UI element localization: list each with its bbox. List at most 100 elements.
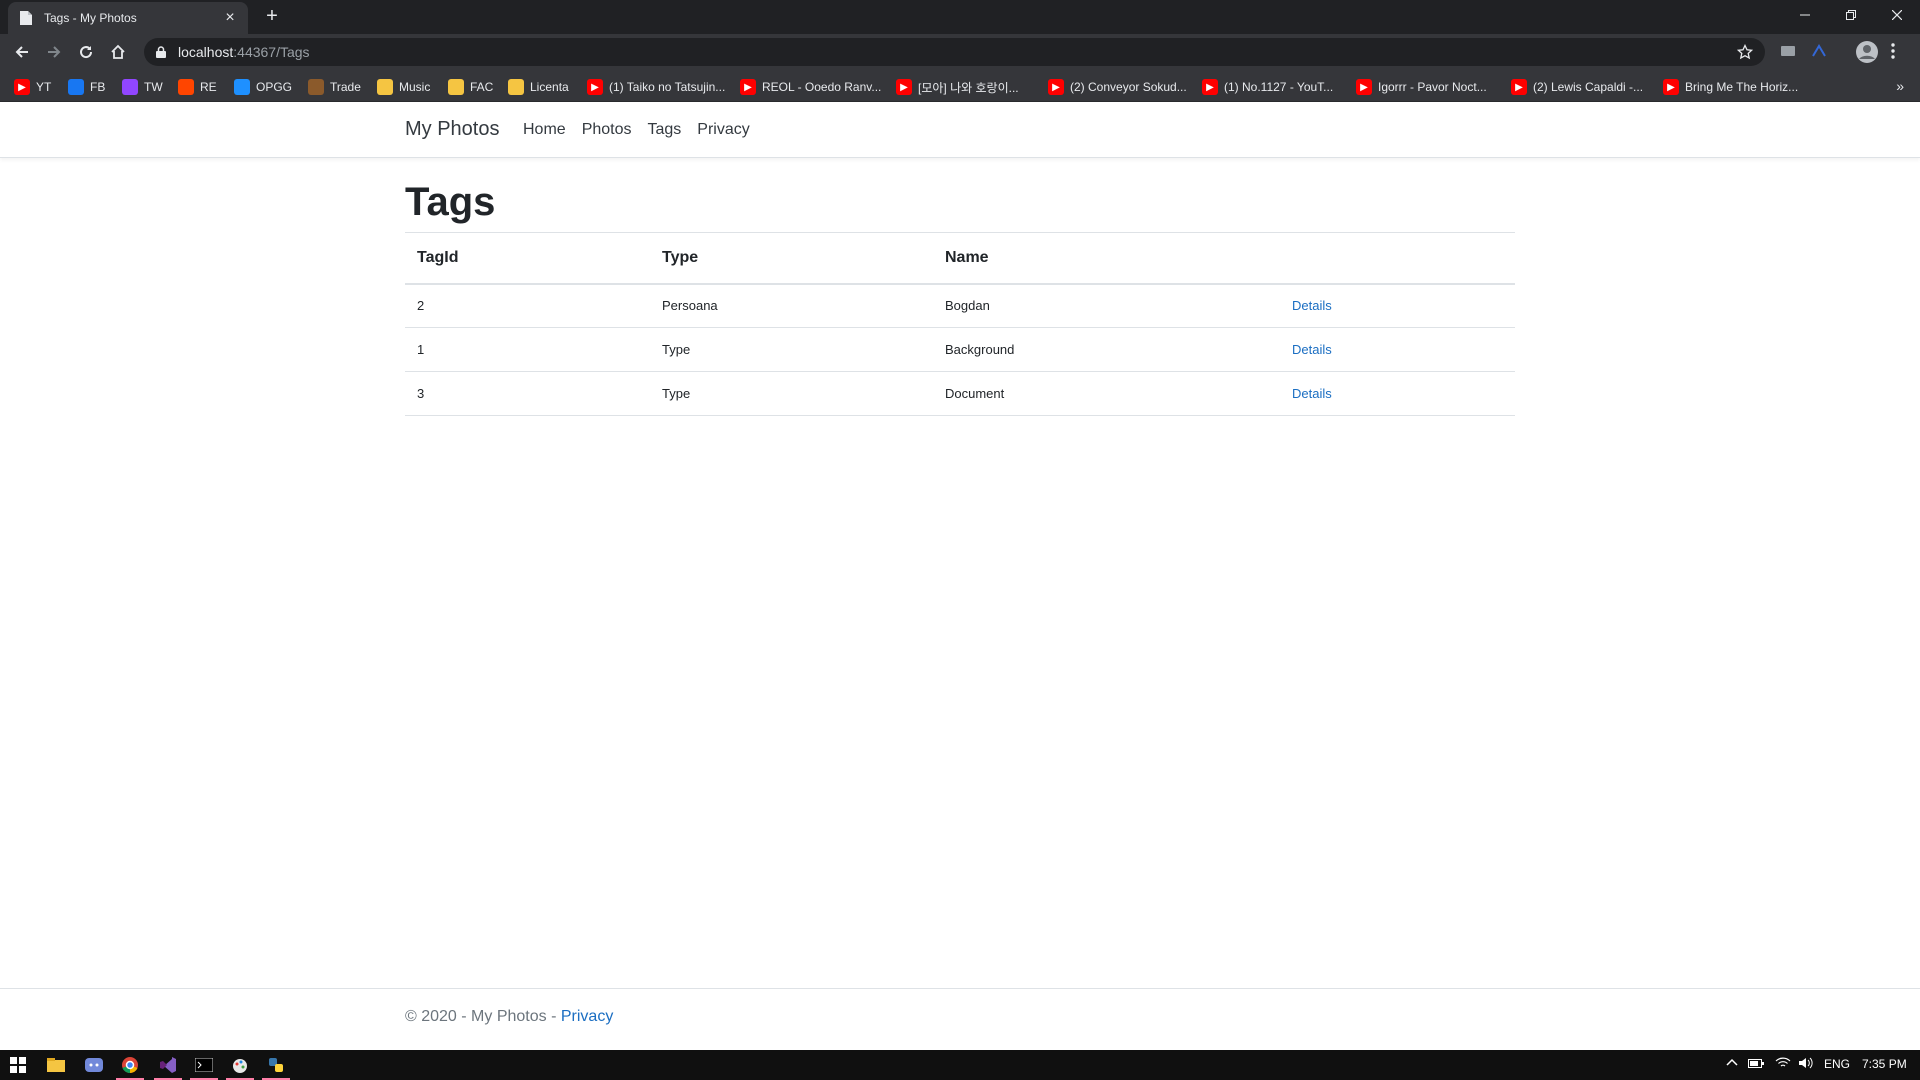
- browser-toolbar: localhost:44367/Tags: [0, 34, 1920, 70]
- bookmark-item[interactable]: ▶ (2) Conveyor Sokud...: [1048, 78, 1187, 96]
- profile-avatar-icon[interactable]: [1855, 40, 1878, 63]
- nav-tags-link[interactable]: Tags: [648, 121, 682, 139]
- folder-icon: [377, 79, 393, 95]
- site-brand[interactable]: My Photos: [405, 118, 499, 141]
- details-link[interactable]: Details: [1292, 298, 1332, 313]
- reddit-icon: [178, 79, 194, 95]
- bookmark-item[interactable]: ▶ Bring Me The Horiz...: [1663, 78, 1798, 96]
- new-tab-button[interactable]: +: [262, 6, 282, 27]
- bookmark-item[interactable]: OPGG: [234, 78, 292, 96]
- extension-icon[interactable]: [1779, 42, 1799, 62]
- bookmark-item[interactable]: ▶ (2) Lewis Capaldi -...: [1511, 78, 1643, 96]
- visual-studio-icon[interactable]: [150, 1050, 186, 1080]
- cell-actions: Details: [1280, 327, 1515, 372]
- bookmark-label: Trade: [330, 80, 361, 94]
- minimize-button[interactable]: [1782, 0, 1828, 30]
- bookmark-item[interactable]: ▶ [모아] 나와 호랑이...: [896, 78, 1019, 96]
- volume-icon[interactable]: [1798, 1057, 1814, 1072]
- wifi-icon[interactable]: [1775, 1057, 1791, 1072]
- bookmark-label: OPGG: [256, 80, 293, 94]
- python-icon[interactable]: [258, 1050, 294, 1080]
- footer-privacy-link[interactable]: Privacy: [561, 1008, 613, 1025]
- site-nav: Home Photos Tags Privacy: [523, 121, 766, 139]
- details-link[interactable]: Details: [1292, 342, 1332, 357]
- table-row: 2 Persoana Bogdan Details: [405, 283, 1515, 328]
- close-tab-icon[interactable]: ×: [222, 9, 238, 26]
- clock[interactable]: 7:35 PM: [1862, 1057, 1907, 1071]
- table-row: 1 Type Background Details: [405, 327, 1515, 372]
- bookmark-item[interactable]: ▶ Igorrr - Pavor Noct...: [1356, 78, 1487, 96]
- tags-table: TagId Type Name 2 Persoana Bogdan Detail…: [405, 232, 1515, 416]
- bookmark-item[interactable]: ▶ (1) No.1127 - YouT...: [1202, 78, 1333, 96]
- restore-button[interactable]: [1828, 0, 1874, 30]
- twitch-icon: [122, 79, 138, 95]
- bookmark-item[interactable]: ▶ REOL - Ooedo Ranv...: [740, 78, 881, 96]
- menu-kebab-icon[interactable]: [1890, 42, 1910, 62]
- cell-actions: Details: [1280, 371, 1515, 416]
- trade-icon: [308, 79, 324, 95]
- bookmark-label: FAC: [470, 80, 494, 94]
- tray-chevron-icon[interactable]: [1726, 1057, 1738, 1072]
- file-explorer-icon[interactable]: [38, 1050, 74, 1080]
- cell-tagid: 1: [405, 327, 650, 372]
- nav-privacy-link[interactable]: Privacy: [697, 121, 749, 139]
- browser-tabbar: Tags - My Photos × +: [0, 0, 1920, 34]
- bookmark-label: Bring Me The Horiz...: [1685, 80, 1799, 94]
- bookmark-label: FB: [90, 80, 106, 94]
- footer-text: © 2020 - My Photos - Privacy: [405, 1008, 613, 1026]
- nav-home-link[interactable]: Home: [523, 121, 566, 139]
- web-page: My Photos Home Photos Tags Privacy Tags …: [0, 102, 1920, 1050]
- folder-icon: [508, 79, 524, 95]
- bookmark-item[interactable]: FB: [68, 78, 105, 96]
- terminal-icon[interactable]: [186, 1050, 222, 1080]
- cell-type: Type: [650, 327, 933, 372]
- column-header-tagid: TagId: [405, 232, 650, 285]
- cell-tagid: 2: [405, 283, 650, 328]
- bookmark-item[interactable]: Licenta: [508, 78, 569, 96]
- bookmark-item[interactable]: Music: [377, 78, 430, 96]
- youtube-icon: ▶: [740, 79, 756, 95]
- language-indicator[interactable]: ENG: [1824, 1057, 1850, 1071]
- discord-icon[interactable]: [76, 1050, 112, 1080]
- browser-tab-active[interactable]: Tags - My Photos ×: [8, 2, 248, 34]
- youtube-icon: ▶: [896, 79, 912, 95]
- bookmark-label: YT: [36, 80, 52, 94]
- bookmark-item[interactable]: ▶ YT: [14, 78, 51, 96]
- youtube-icon: ▶: [1511, 79, 1527, 95]
- nav-photos-link[interactable]: Photos: [582, 121, 632, 139]
- address-bar[interactable]: localhost:44367/Tags: [144, 38, 1765, 66]
- youtube-icon: ▶: [1048, 79, 1064, 95]
- bookmark-item[interactable]: FAC: [448, 78, 493, 96]
- bookmark-item[interactable]: RE: [178, 78, 217, 96]
- windows-start-icon[interactable]: [0, 1050, 36, 1080]
- bookmark-item[interactable]: Trade: [308, 78, 361, 96]
- youtube-icon: ▶: [14, 79, 30, 95]
- chrome-icon[interactable]: [112, 1050, 148, 1080]
- bookmark-label: REOL - Ooedo Ranv...: [762, 80, 882, 94]
- cell-name: Background: [933, 327, 1280, 372]
- battery-icon[interactable]: [1748, 1057, 1764, 1072]
- lock-icon[interactable]: [154, 45, 168, 59]
- details-link[interactable]: Details: [1292, 386, 1332, 401]
- bookmark-label: (1) No.1127 - YouT...: [1224, 80, 1334, 94]
- paint-icon[interactable]: [222, 1050, 258, 1080]
- bookmark-label: Music: [399, 80, 431, 94]
- home-button[interactable]: [106, 40, 130, 64]
- bookmark-item[interactable]: TW: [122, 78, 163, 96]
- reload-button[interactable]: [74, 40, 98, 64]
- bookmark-star-icon[interactable]: [1736, 43, 1754, 60]
- table-header-row: TagId Type Name: [405, 232, 1515, 285]
- back-button[interactable]: [10, 40, 34, 64]
- forward-button[interactable]: [42, 40, 66, 64]
- bookmarks-overflow-icon[interactable]: »: [1896, 78, 1904, 94]
- youtube-icon: ▶: [1202, 79, 1218, 95]
- folder-icon: [448, 79, 464, 95]
- cell-type: Type: [650, 371, 933, 416]
- site-navbar: My Photos Home Photos Tags Privacy: [0, 102, 1920, 158]
- cell-name: Bogdan: [933, 283, 1280, 328]
- close-window-button[interactable]: [1874, 0, 1920, 30]
- bookmark-label: (2) Lewis Capaldi -...: [1533, 80, 1644, 94]
- bookmark-label: [모아] 나와 호랑이...: [918, 80, 1019, 95]
- extension-icon[interactable]: [1810, 42, 1830, 62]
- bookmark-item[interactable]: ▶ (1) Taiko no Tatsujin...: [587, 78, 725, 96]
